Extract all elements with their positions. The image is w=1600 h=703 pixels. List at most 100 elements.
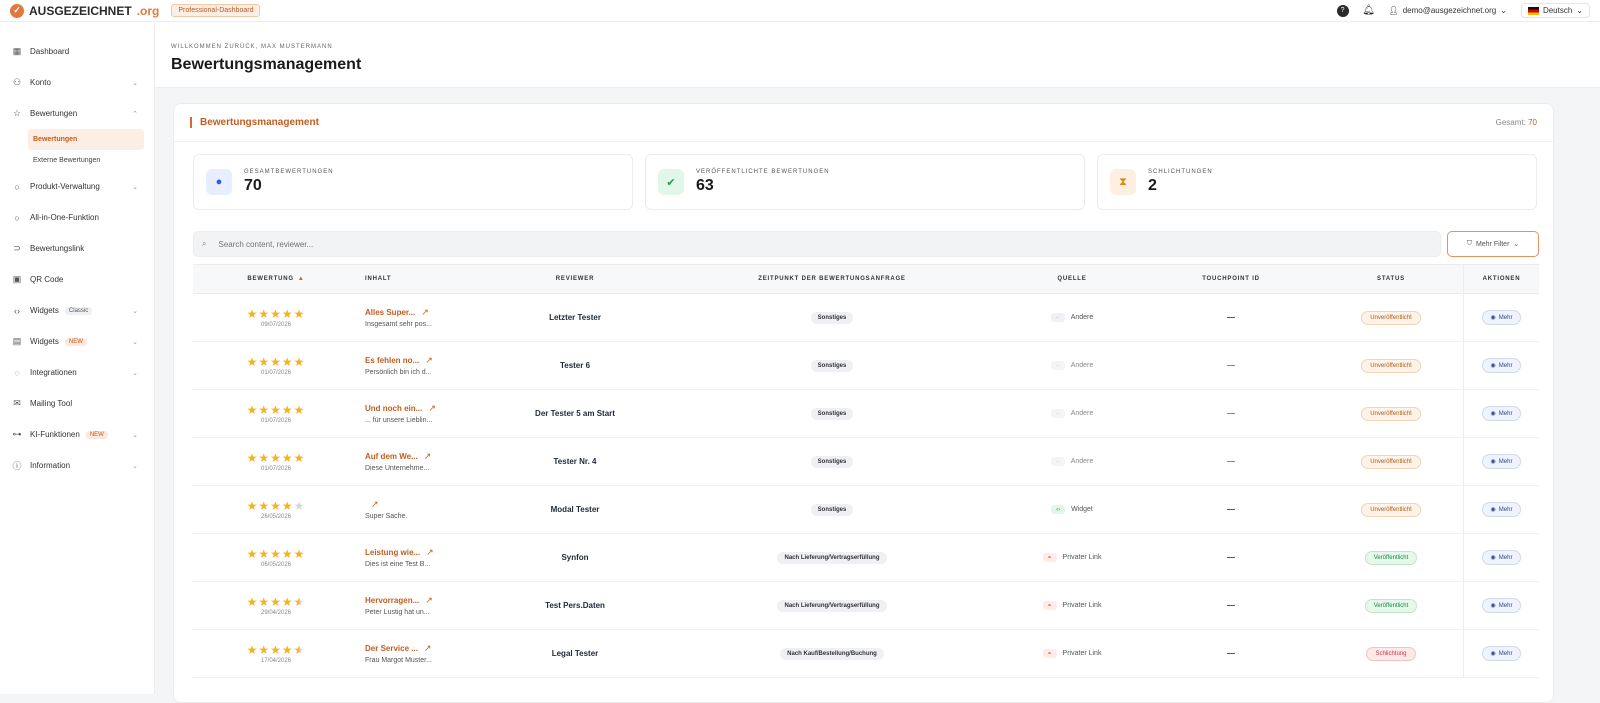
external-link-icon[interactable]: ↗ <box>424 451 432 462</box>
content-cell: Alles Super... ↗ Insgesamt sehr pos... <box>359 294 487 341</box>
touchpoint-cell: — <box>1143 582 1319 629</box>
external-link-icon[interactable]: ↗ <box>421 307 429 318</box>
review-title-link[interactable]: Hervorragen... <box>365 596 419 605</box>
language-select[interactable]: Deutsch ⌄ <box>1520 3 1590 18</box>
review-title-link[interactable]: Leistung wie... <box>365 548 420 557</box>
column-header-rating[interactable]: Bewertung ▲ <box>193 265 359 293</box>
user-icon: ⚇ <box>12 77 22 87</box>
sidebar-item-all-in-one[interactable]: ○ All-in-One-Funktion <box>0 202 154 233</box>
column-header-content: Inhalt <box>365 276 392 282</box>
star-rating: ★★★★★ <box>246 306 306 321</box>
brand-logo[interactable]: ✓ AUSGEZEICHNET .org <box>10 3 159 18</box>
review-title-link[interactable]: Der Service ... <box>365 644 418 653</box>
table-row[interactable]: ★★★★★ 01/07/2026 Es fehlen no... ↗ Persönlic… <box>193 342 1539 390</box>
more-button[interactable]: ◉ Mehr <box>1481 502 1522 517</box>
star-rating: ★★★★★ <box>246 498 306 513</box>
help-icon[interactable]: ? <box>1336 4 1349 17</box>
content-cell: Es fehlen no... ↗ Persönlich bin ich d... <box>359 342 487 389</box>
more-button[interactable]: ◉ Mehr <box>1481 454 1522 469</box>
status-badge: Veröffentlicht <box>1364 598 1418 613</box>
star-rating: ★★★★★ <box>246 402 306 417</box>
request-time-cell: Nach Kauf/Bestellung/Buchung <box>663 630 1001 677</box>
table-row[interactable]: ★★★★★ 29/04/2026 Hervorragen... ↗ Peter Lust… <box>193 582 1539 630</box>
column-header-touchpoint: Touchpoint ID <box>1202 276 1260 282</box>
review-excerpt: Super Sache. <box>365 513 408 520</box>
content-cell: Auf dem We... ↗ Diese Unternehme... <box>359 438 487 485</box>
review-title-link[interactable]: Auf dem We... <box>365 452 418 461</box>
touchpoint-value: — <box>1227 313 1235 322</box>
review-date: 01/07/2026 <box>260 417 292 424</box>
source-cell: ·· Andere <box>1001 342 1143 389</box>
source-cell: ·· Andere <box>1001 438 1143 485</box>
sidebar-item-widgets-new[interactable]: ▤ Widgets NEW ⌄ <box>0 326 154 357</box>
more-button[interactable]: ◉ Mehr <box>1481 646 1522 661</box>
sidebar-item-qr-code[interactable]: ▣ QR Code <box>0 264 154 295</box>
sidebar-subitem-externe-bewertungen[interactable]: Externe Bewertungen <box>28 150 144 171</box>
external-link-icon[interactable]: ↗ <box>371 499 379 510</box>
sidebar-item-mailing-tool[interactable]: ✉ Mailing Tool <box>0 388 154 419</box>
sidebar-item-ki-funktionen[interactable]: ⊶ KI-Funktionen NEW ⌄ <box>0 419 154 450</box>
table-row[interactable]: ★★★★★ 01/07/2026 Und noch ein... ↗ ... für u… <box>193 390 1539 438</box>
sidebar-item-information[interactable]: ⓘ Information ⌄ <box>0 450 154 481</box>
source-cell: ·· Andere <box>1001 390 1143 437</box>
reviews-table: Bewertung ▲ Inhalt Reviewer Zeitpunkt der… <box>193 264 1539 678</box>
welcome-text: Willkommen zurück, Max Mustermann <box>171 44 333 50</box>
search-input[interactable] <box>218 239 519 249</box>
review-title-link[interactable]: Alles Super... <box>365 308 415 317</box>
sidebar-item-widgets-classic[interactable]: ‹› Widgets Classic ⌄ <box>0 295 154 326</box>
chevron-down-icon: ⌄ <box>1576 6 1583 15</box>
more-button[interactable]: ◉ Mehr <box>1481 358 1522 373</box>
eye-icon: ◉ <box>1490 315 1496 321</box>
touchpoint-value: — <box>1227 601 1235 610</box>
review-excerpt: Diese Unternehme... <box>365 465 430 472</box>
reviewer-name: Modal Tester <box>550 505 600 514</box>
sidebar-item-integrationen[interactable]: ◌ Integrationen ⌄ <box>0 357 154 388</box>
content-cell: Hervorragen... ↗ Peter Lustig hat un... <box>359 582 487 629</box>
sidebar-item-dashboard[interactable]: ▦ Dashboard <box>0 36 154 67</box>
user-menu[interactable]: 👤︎ demo@ausgezeichnet.org ⌄ <box>1389 6 1507 15</box>
column-header-reviewer: Reviewer <box>555 276 595 282</box>
source-label: Andere <box>1070 314 1094 321</box>
chevron-down-icon: ⌄ <box>132 431 138 439</box>
bell-icon[interactable]: 🔔︎ <box>1362 4 1375 17</box>
more-filters-button[interactable]: ⛉ Mehr Filter ⌄ <box>1447 231 1539 257</box>
touchpoint-cell: — <box>1143 438 1319 485</box>
table-row[interactable]: ★★★★★ 26/05/2026 ↗ Super Sache. Modal Tester… <box>193 486 1539 534</box>
logo-check-icon: ✓ <box>10 3 24 18</box>
external-link-icon[interactable]: ↗ <box>428 403 436 414</box>
review-title-link[interactable]: Und noch ein... <box>365 404 422 413</box>
mail-icon: ✉ <box>13 398 21 408</box>
content-cell: ↗ Super Sache. <box>359 486 487 533</box>
review-excerpt: Peter Lustig hat un... <box>365 609 430 616</box>
sidebar-item-bewertungen[interactable]: ☆ Bewertungen ⌃ <box>0 98 154 129</box>
table-row[interactable]: ★★★★★ 09/07/2026 Alles Super... ↗ Insgesamt … <box>193 294 1539 342</box>
source-icon: ⚭ <box>1042 649 1057 658</box>
rating-cell: ★★★★★ 01/07/2026 <box>193 438 359 485</box>
more-button[interactable]: ◉ Mehr <box>1481 406 1522 421</box>
review-title-link[interactable]: Es fehlen no... <box>365 356 419 365</box>
column-header-status: Status <box>1377 276 1405 282</box>
status-badge: Veröffentlicht <box>1364 550 1418 565</box>
more-button[interactable]: ◉ Mehr <box>1481 310 1522 325</box>
external-link-icon[interactable]: ↗ <box>424 643 432 654</box>
sidebar-item-konto[interactable]: ⚇ Konto ⌄ <box>0 67 154 98</box>
external-link-icon[interactable]: ↗ <box>425 595 433 606</box>
table-row[interactable]: ★★★★★ 01/07/2026 Auf dem We... ↗ Diese Unter… <box>193 438 1539 486</box>
external-link-icon[interactable]: ↗ <box>426 547 434 558</box>
table-row[interactable]: ★★★★★ 06/05/2026 Leistung wie... ↗ Dies ist … <box>193 534 1539 582</box>
reviewer-cell: Test Pers.Daten <box>487 582 663 629</box>
sidebar-item-produkt-verwaltung[interactable]: ○ Produkt-Verwaltung ⌄ <box>0 171 154 202</box>
reviews-card: Bewertungsmanagement Gesamt: 70 ● Gesamt… <box>173 103 1554 703</box>
more-button[interactable]: ◉ Mehr <box>1481 550 1522 565</box>
actions-cell: ◉ Mehr <box>1463 342 1539 389</box>
source-label: Widget <box>1071 506 1093 513</box>
source-label: Privater Link <box>1062 554 1102 561</box>
external-link-icon[interactable]: ↗ <box>425 355 433 366</box>
status-cell: Unveröffentlicht <box>1319 486 1463 533</box>
search-box: ⌕ <box>193 231 1441 257</box>
sidebar-item-bewertungslink[interactable]: ⊃ Bewertungslink <box>0 233 154 264</box>
more-button[interactable]: ◉ Mehr <box>1481 598 1522 613</box>
sidebar-subitem-bewertungen[interactable]: Bewertungen <box>28 129 144 150</box>
content-cell: Der Service ... ↗ Frau Margot Muster... <box>359 630 487 677</box>
table-row[interactable]: ★★★★★ 17/04/2026 Der Service ... ↗ Frau Marg… <box>193 630 1539 678</box>
